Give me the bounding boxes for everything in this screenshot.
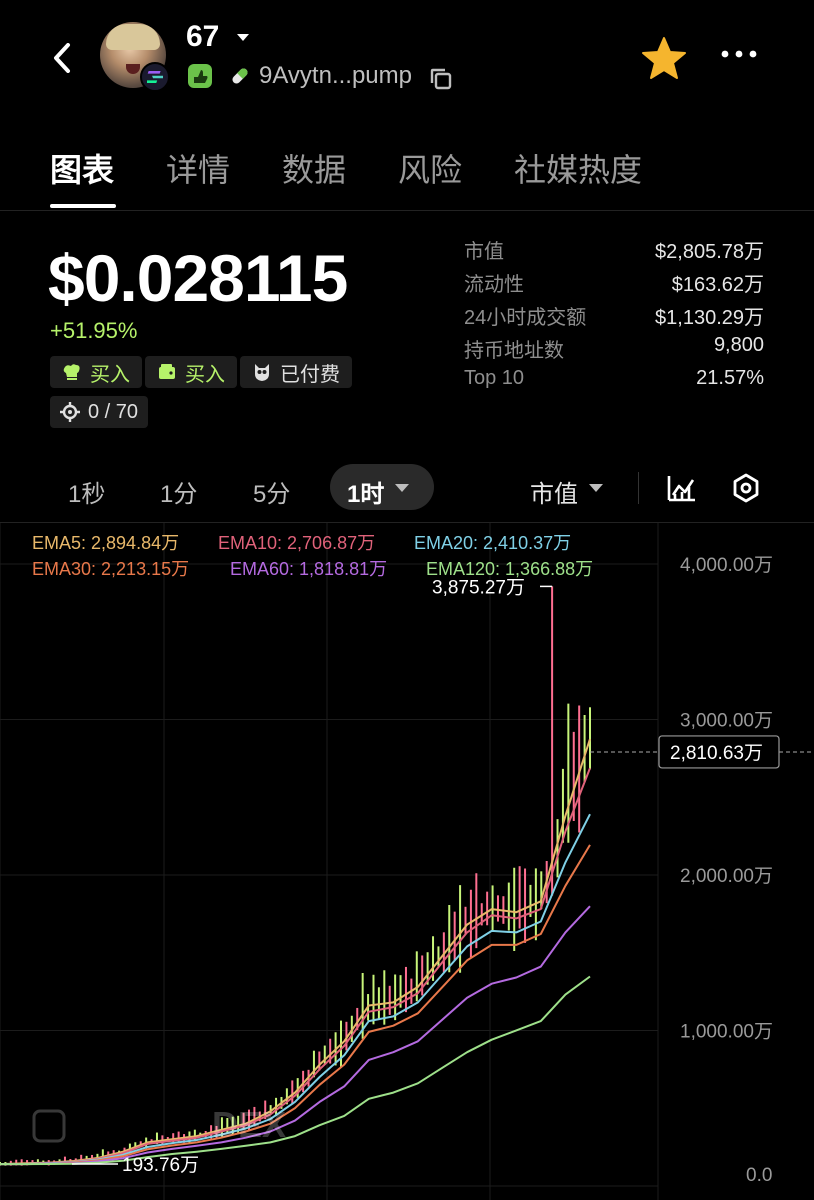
ema-line-ema120 [0, 975, 591, 1166]
price-value: $0.028115 [48, 241, 348, 315]
settings-icon[interactable] [730, 472, 762, 509]
caret-down-icon [588, 480, 604, 498]
watermark-text: DEX [212, 1104, 286, 1145]
solana-icon [140, 62, 170, 92]
tab-details[interactable]: 详情 [166, 145, 230, 191]
star-icon[interactable] [640, 36, 688, 85]
tab-chart[interactable]: 图表 [50, 145, 114, 191]
caret-down-icon[interactable] [236, 30, 250, 48]
price-chart[interactable]: DEX EMA5: 2,894.84万 EMA10: 2,706.87万 EMA20… [0, 523, 814, 1200]
current-price-label: 2,810.63万 [670, 743, 763, 764]
rank-label: 0 / 70 [88, 400, 139, 423]
buy-label: 买入 [90, 363, 130, 386]
buy-button-chef[interactable]: 买入 [50, 356, 142, 388]
stat-value-liquidity: $163.62万 [671, 274, 764, 296]
low-label: 193.76万 [122, 1155, 199, 1176]
target-icon [60, 402, 80, 422]
chart-candles [0, 586, 591, 1166]
y-tick-label: 3,000.00万 [680, 711, 773, 732]
stat-label-liquidity: 流动性 [464, 274, 524, 296]
stat-label-volume: 24小时成交额 [464, 307, 587, 329]
divider [638, 472, 639, 504]
ema-line-ema10 [0, 767, 591, 1166]
back-icon [54, 43, 70, 73]
ema-labels: EMA5: 2,894.84万 EMA10: 2,706.87万 EMA20: 2,… [32, 533, 593, 579]
buy-button-wallet[interactable]: 买入 [145, 356, 237, 388]
ema-line-ema5 [0, 738, 591, 1166]
y-tick-label: 4,000.00万 [680, 555, 773, 576]
token-address: 9Avytn...pump [259, 62, 412, 89]
metric-select[interactable]: 市值 [530, 474, 578, 509]
owl-icon [255, 364, 269, 381]
ema-label-ema120: EMA120: 1,366.88万 [426, 559, 593, 579]
stat-value-volume: $1,130.29万 [655, 307, 764, 329]
timeframe-5m[interactable]: 5分 [253, 474, 290, 509]
ema-label-ema30: EMA30: 2,213.15万 [32, 559, 189, 579]
wallet-icon [159, 364, 175, 379]
paid-label: 已付费 [280, 363, 340, 386]
chef-hat-icon [63, 364, 80, 380]
divider [0, 210, 814, 211]
ema-label-ema10: EMA10: 2,706.87万 [218, 533, 375, 553]
active-tab-indicator [50, 204, 116, 208]
ema-label-ema20: EMA20: 2,410.37万 [414, 533, 571, 553]
stat-value-holders: 9,800 [713, 334, 764, 356]
back-button[interactable] [44, 36, 80, 80]
timeframe-1s[interactable]: 1秒 [68, 474, 105, 509]
y-tick-label: 2,000.00万 [680, 866, 773, 887]
tab-social[interactable]: 社媒热度 [514, 145, 642, 191]
stat-value-market-cap: $2,805.78万 [655, 241, 764, 263]
y-axis: 4,000.00万 3,000.00万 2,000.00万 1,000.00万 0.0 [680, 555, 773, 1186]
watermark-logo-icon [32, 1109, 66, 1143]
ema-line-ema30 [0, 844, 591, 1166]
timeframe-1h-label: 1时 [347, 481, 385, 508]
stat-label-top10: Top 10 [464, 367, 525, 389]
stat-label-market-cap: 市值 [464, 241, 504, 263]
timeframe-1m[interactable]: 1分 [160, 474, 197, 509]
pill-icon [228, 64, 252, 93]
more-icon[interactable] [720, 46, 758, 64]
rank-badge[interactable]: 0 / 70 [50, 396, 149, 428]
chart-grid [0, 523, 659, 1200]
tab-data[interactable]: 数据 [282, 145, 346, 191]
stat-label-holders: 持币地址数 [464, 340, 564, 362]
tab-risk[interactable]: 风险 [398, 145, 462, 191]
y-tick-label: 1,000.00万 [680, 1022, 773, 1043]
high-label: 3,875.27万 [432, 577, 525, 598]
copy-icon[interactable] [428, 66, 454, 97]
caret-down-icon [394, 480, 410, 498]
paid-badge[interactable]: 已付费 [240, 356, 352, 388]
stat-value-top10: 21.57% [696, 367, 764, 389]
y-tick-label: 0.0 [746, 1165, 772, 1186]
price-change: +51.95% [50, 318, 138, 343]
buy-label: 买入 [185, 363, 225, 386]
token-name[interactable]: 67 [186, 20, 219, 54]
pump-icon [188, 64, 212, 88]
indicator-icon[interactable] [666, 472, 698, 509]
watermark: DEX [32, 1104, 286, 1145]
ema-line-ema20 [0, 813, 591, 1166]
ema-label-ema60: EMA60: 1,818.81万 [230, 559, 387, 579]
chart-ema-lines [0, 738, 591, 1166]
ema-label-ema5: EMA5: 2,894.84万 [32, 533, 179, 553]
